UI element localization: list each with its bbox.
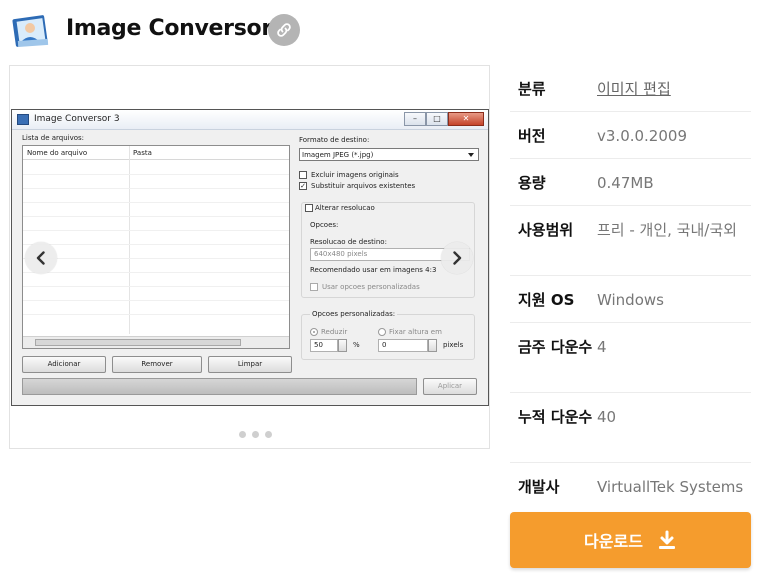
reduce-spinner bbox=[338, 339, 347, 352]
change-resolution-label: Alterar resolucao bbox=[315, 204, 375, 212]
format-select: Imagem JPEG (*.jpg) bbox=[299, 148, 479, 161]
screenshot-gallery[interactable]: Image Conversor 3 – □ ✕ Lista de arquivo… bbox=[9, 65, 490, 449]
replace-existing-checkbox: ✓ bbox=[299, 182, 307, 190]
window-app-icon bbox=[17, 114, 29, 125]
info-row-weekly-downloads: 금주 다운수 4 bbox=[510, 323, 751, 393]
info-row-os: 지원 OS Windows bbox=[510, 276, 751, 323]
column-header-name: Nome do arquivo bbox=[27, 149, 88, 157]
info-row-version: 버전 v3.0.0.2009 bbox=[510, 112, 751, 159]
apply-button: Aplicar bbox=[423, 378, 477, 395]
info-value: 40 bbox=[597, 408, 617, 426]
gallery-pagination bbox=[239, 431, 272, 438]
horizontal-scrollbar bbox=[23, 336, 289, 348]
replace-existing-label: Substituir arquivos existentes bbox=[311, 182, 416, 190]
app-photo-icon bbox=[12, 12, 52, 50]
chevron-right-icon bbox=[453, 251, 462, 265]
pixels-unit: pixels bbox=[443, 341, 464, 349]
program-screenshot: Image Conversor 3 – □ ✕ Lista de arquivo… bbox=[11, 109, 489, 406]
gallery-dot[interactable] bbox=[252, 431, 259, 438]
recommended-text: Recomendado usar em imagens 4:3 bbox=[310, 266, 437, 274]
remove-button: Remover bbox=[112, 356, 202, 373]
chevron-left-icon bbox=[36, 251, 45, 265]
next-image-button[interactable] bbox=[441, 242, 473, 274]
reduce-value-field: 50 bbox=[310, 339, 338, 352]
clear-button: Limpar bbox=[208, 356, 292, 373]
copy-link-button[interactable] bbox=[268, 14, 300, 46]
info-row-size: 용량 0.47MB bbox=[510, 159, 751, 206]
custom-options-group bbox=[301, 314, 475, 360]
reduce-radio bbox=[310, 328, 318, 336]
window-title: Image Conversor 3 bbox=[34, 114, 120, 124]
info-value: 프리 - 개인, 국내/국외 bbox=[597, 221, 737, 239]
height-value-field: 0 bbox=[378, 339, 428, 352]
info-value: v3.0.0.2009 bbox=[597, 127, 687, 145]
options-label: Opcoes: bbox=[310, 221, 339, 229]
program-info-table: 분류 이미지 편집 버전 v3.0.0.2009 용량 0.47MB 사용범위 … bbox=[510, 65, 751, 510]
info-value: Windows bbox=[597, 291, 664, 309]
add-button: Adicionar bbox=[22, 356, 106, 373]
reduce-label: Reduzir bbox=[321, 328, 348, 336]
info-row-category: 분류 이미지 편집 bbox=[510, 65, 751, 112]
gallery-dot[interactable] bbox=[239, 431, 246, 438]
info-value: 0.47MB bbox=[597, 174, 654, 192]
fix-height-label: Fixar altura em bbox=[389, 328, 442, 336]
percent-unit: % bbox=[353, 341, 360, 349]
column-header-folder: Pasta bbox=[133, 149, 152, 157]
height-spinner bbox=[428, 339, 437, 352]
info-value: VirtuallTek Systems bbox=[597, 478, 744, 496]
format-label: Formato de destino: bbox=[299, 136, 370, 144]
exclude-originals-label: Excluir imagens originais bbox=[311, 171, 399, 179]
info-key: 용량 bbox=[518, 174, 546, 192]
info-value: 4 bbox=[597, 338, 607, 356]
file-list: Nome do arquivo Pasta bbox=[22, 145, 290, 349]
link-icon bbox=[277, 23, 291, 37]
download-label: 다운로드 bbox=[584, 532, 643, 551]
info-key: 분류 bbox=[518, 80, 546, 98]
change-resolution-checkbox bbox=[305, 204, 313, 212]
previous-image-button[interactable] bbox=[25, 242, 57, 274]
info-key: 누적 다운수 bbox=[518, 408, 593, 426]
window-titlebar: Image Conversor 3 – □ ✕ bbox=[12, 110, 488, 130]
maximize-icon: □ bbox=[426, 112, 448, 126]
info-key: 버전 bbox=[518, 127, 546, 145]
page-title: Image Conversor bbox=[66, 16, 272, 41]
download-icon bbox=[658, 530, 675, 549]
download-button[interactable]: 다운로드 bbox=[510, 512, 751, 568]
fix-height-radio bbox=[378, 328, 386, 336]
info-key: 지원 OS bbox=[518, 291, 575, 309]
gallery-dot[interactable] bbox=[265, 431, 272, 438]
info-row-license: 사용범위 프리 - 개인, 국내/국외 bbox=[510, 206, 751, 276]
custom-options-check-label: Usar opcoes personalizadas bbox=[322, 283, 420, 291]
close-icon: ✕ bbox=[448, 112, 484, 126]
resolution-label: Resolucao de destino: bbox=[310, 238, 387, 246]
category-link[interactable]: 이미지 편집 bbox=[597, 77, 751, 111]
info-key: 사용범위 bbox=[518, 221, 574, 239]
minimize-icon: – bbox=[404, 112, 426, 126]
info-key: 개발사 bbox=[518, 478, 560, 496]
custom-options-label: Opcoes personalizadas: bbox=[310, 310, 398, 318]
info-row-total-downloads: 누적 다운수 40 bbox=[510, 393, 751, 463]
progress-bar bbox=[22, 378, 417, 395]
file-list-label: Lista de arquivos: bbox=[22, 134, 85, 142]
custom-options-checkbox bbox=[310, 283, 318, 291]
info-key: 금주 다운수 bbox=[518, 338, 593, 356]
info-row-developer: 개발사 VirtuallTek Systems bbox=[510, 463, 751, 510]
exclude-originals-checkbox bbox=[299, 171, 307, 179]
